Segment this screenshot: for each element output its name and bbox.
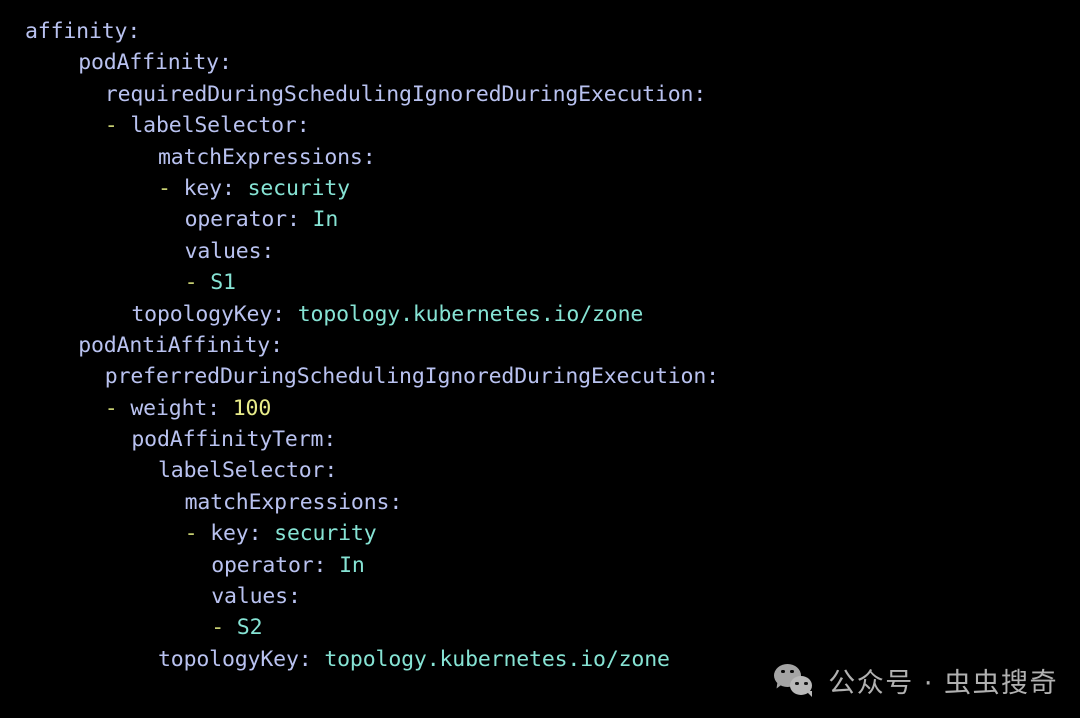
yaml-key: labelSelector [130,113,297,139]
yaml-value: S1 [210,270,236,296]
yaml-code-block: affinity: podAffinity: requiredDuringSched… [0,0,1080,718]
yaml-space [220,396,233,421]
yaml-value: topology.kubernetes.io/zone [297,301,644,327]
yaml-space [300,207,313,232]
yaml-space [285,302,298,327]
watermark-text: 公众号 · 虫虫搜奇 [828,668,1058,699]
yaml-colon: : [286,207,300,233]
yaml-value: security [274,521,377,547]
yaml-key: key [183,175,223,201]
yaml-colon: : [296,113,310,139]
yaml-colon: : [323,427,337,453]
code-line: affinity: [0,16,1080,47]
yaml-key: matchExpressions [158,144,363,170]
yaml-colon: : [706,364,719,390]
yaml-key: topologyKey [131,301,273,327]
code-line: operator: In [0,550,1080,581]
yaml-value: 100 [232,395,272,421]
code-line: - key: security [0,518,1080,549]
yaml-key: key [210,521,249,547]
code-line: - weight: 100 [0,393,1080,424]
yaml-key: labelSelector [158,458,325,484]
yaml-colon: : [324,458,338,484]
yaml-key: preferredDuringSchedulingIgnoredDuringEx… [104,364,707,390]
yaml-list-dash: - [211,615,237,641]
yaml-space [312,647,325,672]
yaml-colon: : [270,332,283,358]
yaml-colon: : [272,301,285,327]
wechat-logo-icon [774,662,816,700]
yaml-colon: : [261,238,275,264]
yaml-value: topology.kubernetes.io/zone [324,646,670,672]
yaml-key: affinity [25,19,128,44]
yaml-list-dash: - [184,521,211,547]
code-line: - S2 [0,612,1080,643]
code-line: - S1 [0,267,1080,298]
yaml-key: podAffinity [78,50,219,76]
code-line: - labelSelector: [0,110,1080,141]
code-line: matchExpressions: [0,142,1080,173]
code-line: - key: security [0,173,1080,204]
yaml-key: podAntiAffinity [78,332,271,358]
yaml-key: values [211,584,288,610]
code-line: values: [0,581,1080,612]
code-line: operator: In [0,204,1080,235]
yaml-colon: : [287,584,301,610]
yaml-space [261,521,274,546]
yaml-colon: : [218,50,232,76]
yaml-colon: : [389,489,403,515]
yaml-colon: : [127,19,141,44]
yaml-value: S2 [236,615,263,641]
watermark: 公众号 · 虫虫搜奇 [774,661,1058,700]
code-line: labelSelector: [0,455,1080,486]
code-line: podAntiAffinity: [0,330,1080,361]
yaml-list-dash: - [158,175,184,201]
code-line: podAffinityTerm: [0,424,1080,455]
yaml-list-dash: - [184,270,211,296]
yaml-space [235,176,248,201]
yaml-space [326,553,339,578]
yaml-list-dash: - [104,395,131,421]
yaml-value: In [312,207,339,233]
yaml-key: operator [211,552,314,578]
code-line: requiredDuringSchedulingIgnoredDuringExe… [0,79,1080,110]
yaml-key: requiredDuringSchedulingIgnoredDuringExe… [104,81,694,107]
yaml-value: In [339,552,365,578]
yaml-colon: : [362,144,376,170]
yaml-key: operator [184,207,288,233]
yaml-key: weight [130,395,208,421]
yaml-colon: : [313,552,327,578]
code-line: preferredDuringSchedulingIgnoredDuringEx… [0,361,1080,392]
yaml-colon: : [248,521,262,547]
code-line: topologyKey: topology.kubernetes.io/zone [0,299,1080,330]
yaml-key: matchExpressions [184,489,390,515]
code-line: podAffinity: [0,47,1080,78]
code-line: matchExpressions: [0,487,1080,518]
yaml-colon: : [221,175,235,201]
yaml-key: topologyKey [158,646,299,672]
yaml-key: podAffinityTerm [131,427,324,453]
yaml-value: security [247,175,351,201]
yaml-colon: : [298,646,312,672]
yaml-colon: : [207,395,220,421]
yaml-colon: : [693,81,707,107]
yaml-key: values [184,238,262,264]
code-line: values: [0,236,1080,267]
yaml-list-dash: - [104,113,131,139]
